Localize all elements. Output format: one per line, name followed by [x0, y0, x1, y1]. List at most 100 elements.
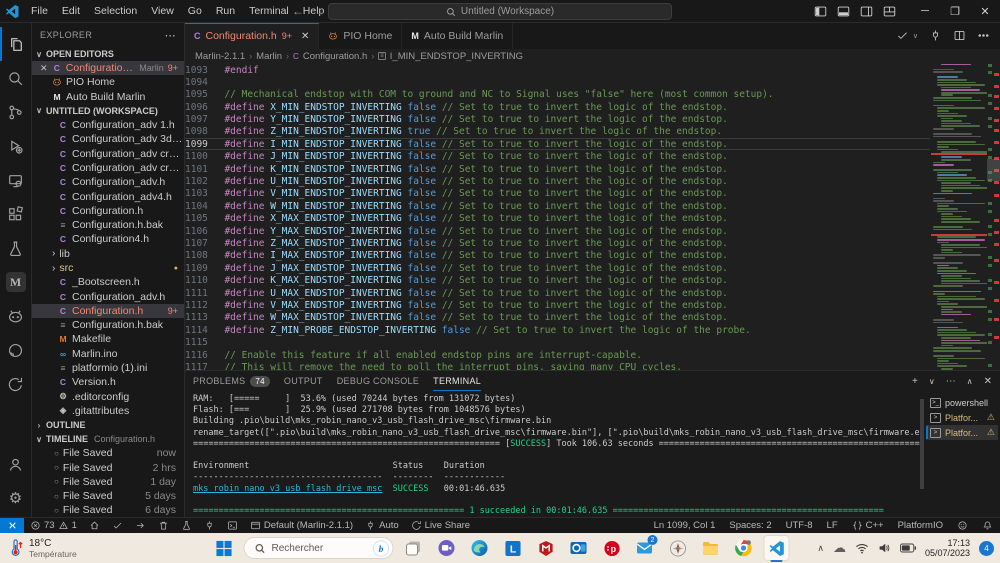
- platformio-icon[interactable]: [0, 299, 32, 333]
- file-item[interactable]: CConfiguration_adv.h: [32, 289, 184, 303]
- file-item[interactable]: CConfiguration_adv 3d cr10.h: [32, 132, 184, 146]
- pio-new-terminal[interactable]: [227, 520, 238, 531]
- close-button[interactable]: ✕: [970, 0, 1000, 22]
- auto-build-marlin-icon[interactable]: M: [0, 265, 32, 299]
- start-icon[interactable]: [211, 535, 237, 561]
- scrollbar-slider[interactable]: [987, 159, 1000, 181]
- source-control-icon[interactable]: [0, 95, 32, 129]
- test-flask-icon[interactable]: [0, 231, 32, 265]
- weather-widget[interactable]: 18°C Température: [0, 538, 77, 559]
- pio-build[interactable]: [112, 520, 123, 531]
- red-app-icon[interactable]: p: [599, 535, 625, 561]
- open-editor-item[interactable]: PIO Home: [32, 75, 184, 89]
- file-explorer-icon[interactable]: [698, 535, 724, 561]
- more-actions-icon[interactable]: ⋯: [946, 376, 956, 387]
- language-mode[interactable]: C++: [852, 520, 884, 531]
- menu-edit[interactable]: Edit: [55, 5, 87, 17]
- open-editor-item[interactable]: ✕CConfiguration.hMarlin9+: [32, 61, 184, 75]
- notifications[interactable]: [982, 520, 993, 531]
- settings-icon[interactable]: ⚙: [0, 481, 32, 515]
- file-item[interactable]: CConfiguration_adv 1.h: [32, 118, 184, 132]
- breadcrumb-item[interactable]: Configuration.h: [303, 51, 367, 62]
- close-icon[interactable]: ✕: [301, 31, 309, 42]
- close-icon[interactable]: ✕: [40, 63, 48, 74]
- pio-test[interactable]: [181, 520, 192, 531]
- timeline-item[interactable]: ○File Saved2 hrs: [32, 460, 184, 474]
- tray-expand-icon[interactable]: ∧: [817, 543, 824, 554]
- run-task-icon[interactable]: [896, 29, 909, 42]
- outline-header[interactable]: › OUTLINE: [32, 418, 184, 432]
- vscode-icon[interactable]: [764, 535, 790, 561]
- chrome-icon[interactable]: [731, 535, 757, 561]
- timeline-item[interactable]: ○File Saved5 days: [32, 489, 184, 503]
- open-editors-header[interactable]: ∨ OPEN EDITORS: [32, 47, 184, 61]
- file-item[interactable]: CConfiguration_adv cr10 plus.h: [32, 146, 184, 160]
- panel-tab-debug-console[interactable]: DEBUG CONSOLE: [337, 371, 419, 391]
- breadcrumb-item[interactable]: I_MIN_ENDSTOP_INVERTING: [390, 51, 523, 62]
- file-item[interactable]: CVersion.h: [32, 375, 184, 389]
- search-icon[interactable]: [0, 61, 32, 95]
- timeline-header[interactable]: ∨ TIMELINE Configuration.h: [32, 432, 184, 446]
- tab-auto-build-marlin[interactable]: MAuto Build Marlin: [402, 23, 513, 49]
- open-editor-item[interactable]: MAuto Build Marlin: [32, 90, 184, 104]
- breadcrumb[interactable]: Marlin-2.1.1›Marlin›CConfiguration.h›≡I_…: [185, 49, 1000, 64]
- platformio-status[interactable]: PlatformIO: [898, 520, 943, 531]
- customize-layout-icon[interactable]: [883, 5, 896, 18]
- file-item[interactable]: ≡Configuration.h.bak: [32, 318, 184, 332]
- pio-clean[interactable]: [158, 520, 169, 531]
- timeline-item[interactable]: ○File Saved1 day: [32, 475, 184, 489]
- file-item[interactable]: ≡Configuration.h.bak: [32, 218, 184, 232]
- minimize-button[interactable]: ─: [910, 0, 940, 22]
- cursor-position[interactable]: Ln 1099, Col 1: [654, 520, 716, 531]
- toggle-sidebar-icon[interactable]: [814, 5, 827, 18]
- pio-project-env[interactable]: Default (Marlin-2.1.1): [250, 520, 353, 531]
- menu-file[interactable]: File: [24, 5, 55, 17]
- folder-item[interactable]: ›src●: [32, 261, 184, 275]
- nav-forward-icon[interactable]: →: [314, 4, 326, 18]
- nav-back-icon[interactable]: ←: [292, 4, 304, 18]
- l-app-icon[interactable]: L: [500, 535, 526, 561]
- more-actions-icon[interactable]: [977, 29, 990, 42]
- terminal-dropdown-icon[interactable]: ∨: [929, 377, 935, 386]
- remote-indicator[interactable]: [0, 518, 24, 533]
- chevron-down-icon[interactable]: ∨: [913, 32, 918, 40]
- pio-upload[interactable]: [135, 520, 146, 531]
- terminal-output[interactable]: RAM: [===== ] 53.6% (used 70244 bytes fr…: [185, 391, 920, 517]
- encoding[interactable]: UTF-8: [786, 520, 813, 531]
- volume-icon[interactable]: [878, 542, 891, 554]
- file-item[interactable]: CConfiguration_adv cr10.h: [32, 161, 184, 175]
- remote-explorer-icon[interactable]: [0, 163, 32, 197]
- new-terminal-icon[interactable]: +: [912, 376, 918, 387]
- workspace-header[interactable]: ∨ UNTITLED (WORKSPACE): [32, 104, 184, 118]
- menu-go[interactable]: Go: [181, 5, 209, 17]
- split-editor-icon[interactable]: [953, 29, 966, 42]
- panel-tab-terminal[interactable]: TERMINAL: [433, 371, 481, 391]
- breadcrumb-item[interactable]: Marlin-2.1.1: [195, 51, 245, 62]
- battery-icon[interactable]: [900, 543, 916, 553]
- file-item[interactable]: ◈.gitattributes: [32, 404, 184, 418]
- compass-icon[interactable]: [665, 535, 691, 561]
- file-item[interactable]: CConfiguration_adv4.h: [32, 189, 184, 203]
- notification-count-badge[interactable]: 4: [979, 541, 994, 556]
- feedback[interactable]: [957, 520, 968, 531]
- edge-icon[interactable]: [467, 535, 493, 561]
- clock[interactable]: 17:13 05/07/2023: [925, 538, 970, 558]
- panel-tab-output[interactable]: OUTPUT: [284, 371, 323, 391]
- terminal-session[interactable]: >Platfor...⚠: [926, 425, 998, 440]
- menu-view[interactable]: View: [144, 5, 181, 17]
- timeline-item[interactable]: ○File Saved6 days: [32, 503, 184, 517]
- pio-serial-port[interactable]: Auto: [365, 520, 399, 531]
- wifi-icon[interactable]: [855, 542, 869, 554]
- toggle-secondary-sidebar-icon[interactable]: [860, 5, 873, 18]
- command-center[interactable]: Untitled (Workspace): [328, 3, 672, 20]
- pio-serial-monitor[interactable]: [204, 520, 215, 531]
- live-share-icon[interactable]: [0, 367, 32, 401]
- explorer-icon[interactable]: [0, 27, 32, 61]
- terminal-session[interactable]: >Platfor...⚠: [926, 410, 998, 425]
- breadcrumb-item[interactable]: Marlin: [256, 51, 282, 62]
- file-item[interactable]: C_Bootscreen.h: [32, 275, 184, 289]
- timeline-item[interactable]: ○File Savednow: [32, 446, 184, 460]
- serial-monitor-icon[interactable]: [929, 29, 942, 42]
- menu-run[interactable]: Run: [209, 5, 242, 17]
- file-item[interactable]: ⚙.editorconfig: [32, 390, 184, 404]
